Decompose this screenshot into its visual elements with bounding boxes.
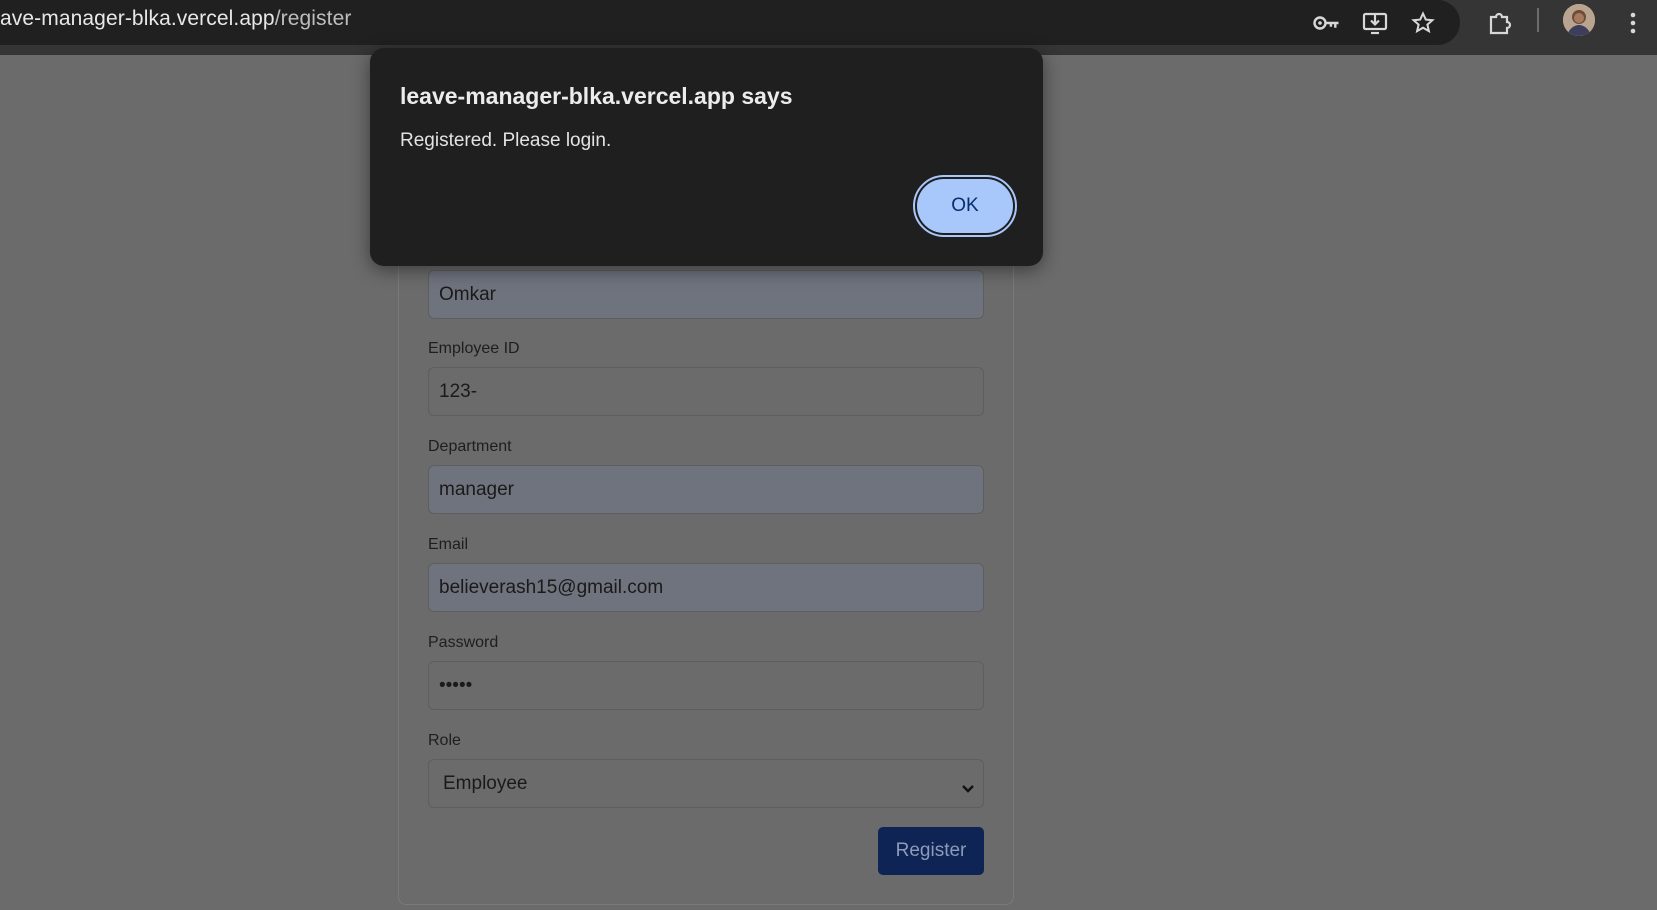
ok-button[interactable]: OK <box>913 175 1017 237</box>
email-label: Email <box>428 536 469 553</box>
department-input[interactable]: manager <box>428 465 984 514</box>
dialog-message: Registered. Please login. <box>400 130 612 151</box>
url-text[interactable]: ave-manager-blka.vercel.app/register <box>0 7 351 31</box>
chevron-down-icon <box>961 777 975 801</box>
password-input[interactable]: ••••• <box>428 661 984 710</box>
extensions-icon[interactable] <box>1483 6 1517 40</box>
profile-avatar[interactable] <box>1563 4 1595 36</box>
ok-button-label: OK <box>917 179 1013 233</box>
install-app-icon[interactable] <box>1358 6 1392 40</box>
email-input[interactable]: believerash15@gmail.com <box>428 563 984 612</box>
dialog-title: leave-manager-blka.vercel.app says <box>400 83 793 109</box>
name-input[interactable]: Omkar <box>428 270 984 319</box>
more-menu-icon[interactable] <box>1616 6 1650 40</box>
employee-id-label: Employee ID <box>428 340 520 357</box>
url-path: /register <box>274 7 352 30</box>
address-bar[interactable]: ave-manager-blka.vercel.app/register <box>0 0 1460 45</box>
toolbar-divider <box>1537 8 1539 32</box>
alert-dialog: leave-manager-blka.vercel.app says Regis… <box>370 48 1043 266</box>
role-selected-value: Employee <box>443 773 528 794</box>
bookmark-star-icon[interactable] <box>1406 6 1440 40</box>
password-label: Password <box>428 634 499 651</box>
role-label: Role <box>428 732 461 749</box>
password-key-icon[interactable] <box>1310 6 1344 40</box>
department-label: Department <box>428 438 512 455</box>
employee-id-input[interactable]: 123- <box>428 367 984 416</box>
register-button[interactable]: Register <box>878 827 984 875</box>
url-host: ave-manager-blka.vercel.app <box>0 7 275 30</box>
browser-toolbar: ave-manager-blka.vercel.app/register <box>0 0 1657 55</box>
role-select[interactable]: Employee <box>428 759 984 808</box>
